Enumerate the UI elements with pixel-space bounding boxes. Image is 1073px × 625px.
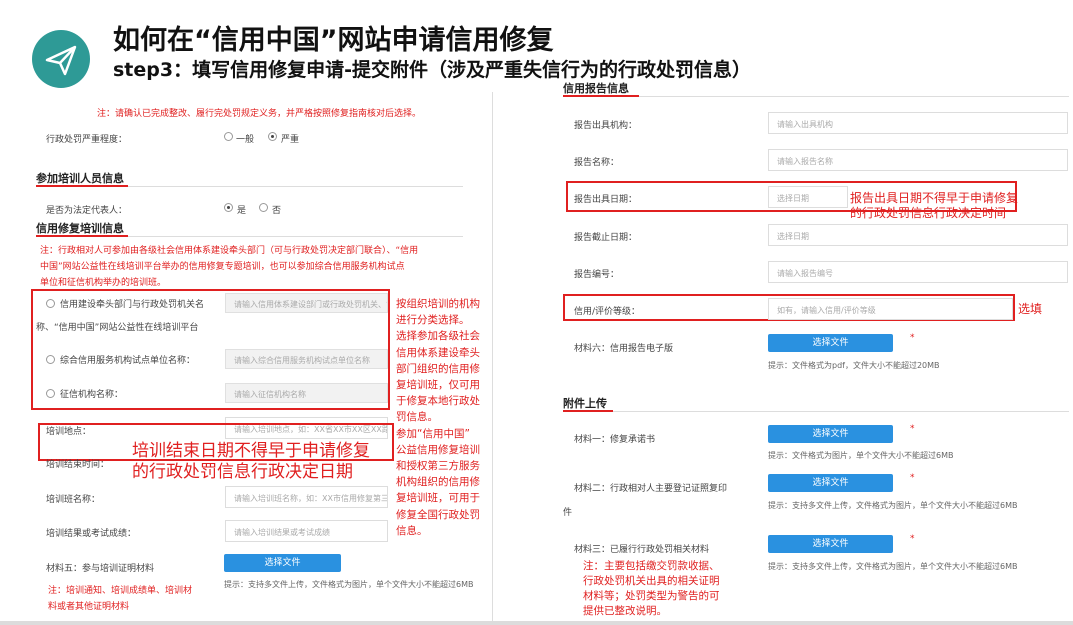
section-underline (36, 185, 128, 187)
material5-label: 材料五：参与培训证明材料 (46, 564, 155, 574)
material5-note: 注：培训通知、培训成绩单、培训材 (48, 586, 193, 596)
section-training-person: 参加培训人员信息 (36, 172, 124, 185)
report-name-input[interactable]: 请输入报告名称 (768, 149, 1068, 171)
class-name-label: 培训班名称： (46, 495, 101, 505)
severity-radio-serious[interactable] (268, 132, 277, 141)
material1-hint: 提示：文件格式为图片，单个文件大小不能超过6MB (768, 451, 954, 460)
page-subtitle: step3：填写信用修复申请-提交附件（涉及严重失信行为的行政处罚信息） (113, 59, 751, 81)
result-label: 培训结果或考试成绩： (46, 529, 137, 539)
org-radio-3[interactable] (46, 389, 55, 398)
required-mark: * (910, 473, 915, 483)
material3-note: 注：主要包括缴交罚款收据、 行政处罚机关出具的相关证明 材料等；处罚类型为警告的可提… (583, 560, 720, 617)
bottom-border (0, 621, 1073, 625)
class-name-input[interactable]: 请输入培训班名称，如：XX市信用修复第三期 (225, 486, 388, 508)
material2-label-cont: 件 (563, 508, 573, 518)
legal-rep-option-no: 否 (272, 206, 282, 216)
section-underline (36, 235, 128, 237)
report-end-date-input[interactable]: 选择日期 (768, 224, 1068, 246)
material5-select-file-button[interactable]: 选择文件 (224, 554, 341, 572)
material6-hint: 提示：文件格式为pdf，文件大小不能超过20MB (768, 361, 940, 370)
material3-label: 材料三：已履行行政处罚相关材料 (574, 545, 710, 555)
training-date-callout: 培训结束日期不得早于申请修复 的行政处罚信息行政决定日期 (132, 441, 370, 482)
material3-select-file-button[interactable]: 选择文件 (768, 535, 893, 553)
section-underline (563, 410, 613, 412)
section-line (613, 411, 1069, 412)
training-note-line: 单位和征信机构举办的培训班。 (40, 278, 167, 288)
section-attachments: 附件上传 (563, 397, 607, 410)
training-end-time-label: 培训结束时间： (46, 460, 110, 470)
report-end-date-label: 报告截止日期： (574, 233, 638, 243)
org-radio-2[interactable] (46, 355, 55, 364)
panel-divider (492, 92, 493, 622)
section-line (128, 186, 463, 187)
report-issuer-input[interactable]: 请输入出具机构 (768, 112, 1068, 134)
org-option-2: 综合信用服务机构试点单位名称： (60, 356, 196, 366)
result-input[interactable]: 请输入培训结果或考试成绩 (225, 520, 388, 542)
report-name-label: 报告名称： (574, 158, 620, 168)
legal-rep-radio-no[interactable] (259, 203, 268, 212)
material2-label: 材料二：行政相对人主要登记证照复印 (574, 484, 728, 494)
org-option-1-cont: 称、“信用中国”网站公益性在线培训平台 (36, 323, 199, 333)
material2-select-file-button[interactable]: 选择文件 (768, 474, 893, 492)
training-note-line: 注：行政相对人可参加由各级社会信用体系建设牵头部门（可与行政处罚决定部门联合）、… (40, 246, 419, 256)
required-mark: * (910, 534, 915, 544)
rating-input[interactable]: 如有，请输入信用/评价等级 (768, 298, 1013, 320)
severity-option-serious: 严重 (281, 135, 300, 145)
material6-label: 材料六：信用报告电子版 (574, 344, 674, 354)
material2-hint: 提示：支持多文件上传，文件格式为图片，单个文件大小不能超过6MB (768, 501, 1018, 510)
report-issuer-label: 报告出具机构： (574, 121, 638, 131)
org-option-3: 征信机构名称： (60, 390, 124, 400)
section-training-info: 信用修复培训信息 (36, 222, 124, 235)
top-note: 注：请确认已完成整改、履行完处罚规定义务，并严格按照修复指南核对后选择。 (97, 109, 422, 119)
material1-label: 材料一：修复承诺书 (574, 435, 656, 445)
optional-callout: 选填 (1018, 302, 1043, 316)
training-note-line: 中国”网站公益性在线培训平台举办的信用修复专题培训，也可以参加综合信用服务机构试… (40, 262, 405, 272)
report-issue-date-input[interactable]: 选择日期 (768, 186, 848, 208)
report-date-callout: 报告出具日期不得早于申请修复 的行政处罚信息行政决定时间 (850, 191, 1019, 220)
material1-select-file-button[interactable]: 选择文件 (768, 425, 893, 443)
legal-rep-radio-yes[interactable] (224, 203, 233, 212)
report-number-input[interactable]: 请输入报告编号 (768, 261, 1068, 283)
org-3-input[interactable]: 请输入征信机构名称 (225, 383, 388, 403)
legal-rep-label: 是否为法定代表人： (46, 206, 128, 216)
org-1-input[interactable]: 请输入信用体系建设部门或行政处罚机关、“信 (225, 293, 388, 313)
material6-select-file-button[interactable]: 选择文件 (768, 334, 893, 352)
severity-label: 行政处罚严重程度： (46, 135, 128, 145)
material5-note: 料或者其他证明材料 (48, 602, 130, 612)
section-line (639, 96, 1069, 97)
material5-hint: 提示：支持多文件上传，文件格式为图片，单个文件大小不能超过6MB (224, 580, 474, 589)
section-report: 信用报告信息 (563, 82, 629, 95)
report-issue-date-label: 报告出具日期： (574, 195, 638, 205)
paper-plane-icon (32, 30, 90, 88)
legal-rep-option-yes: 是 (237, 206, 247, 216)
section-underline (563, 95, 639, 97)
required-mark: * (910, 424, 915, 434)
page-title: 如何在“信用中国”网站申请信用修复 (113, 25, 554, 56)
required-mark: * (910, 333, 915, 343)
org-2-input[interactable]: 请输入综合信用服务机构试点单位名称 (225, 349, 388, 369)
org-radio-1[interactable] (46, 299, 55, 308)
org-callout: 按组织培训的机构 进行分类选择。 选择参加各级社会 信用体系建设牵头 部门组织的信用修复… (396, 298, 480, 537)
severity-radio-general[interactable] (224, 132, 233, 141)
report-number-label: 报告编号： (574, 270, 620, 280)
rating-label: 信用/评价等级： (574, 307, 641, 317)
material3-hint: 提示：支持多文件上传，文件格式为图片，单个文件大小不能超过6MB (768, 562, 1018, 571)
severity-option-general: 一般 (236, 135, 255, 145)
section-line (128, 236, 463, 237)
org-option-1: 信用建设牵头部门与行政处罚机关名 (60, 300, 205, 310)
